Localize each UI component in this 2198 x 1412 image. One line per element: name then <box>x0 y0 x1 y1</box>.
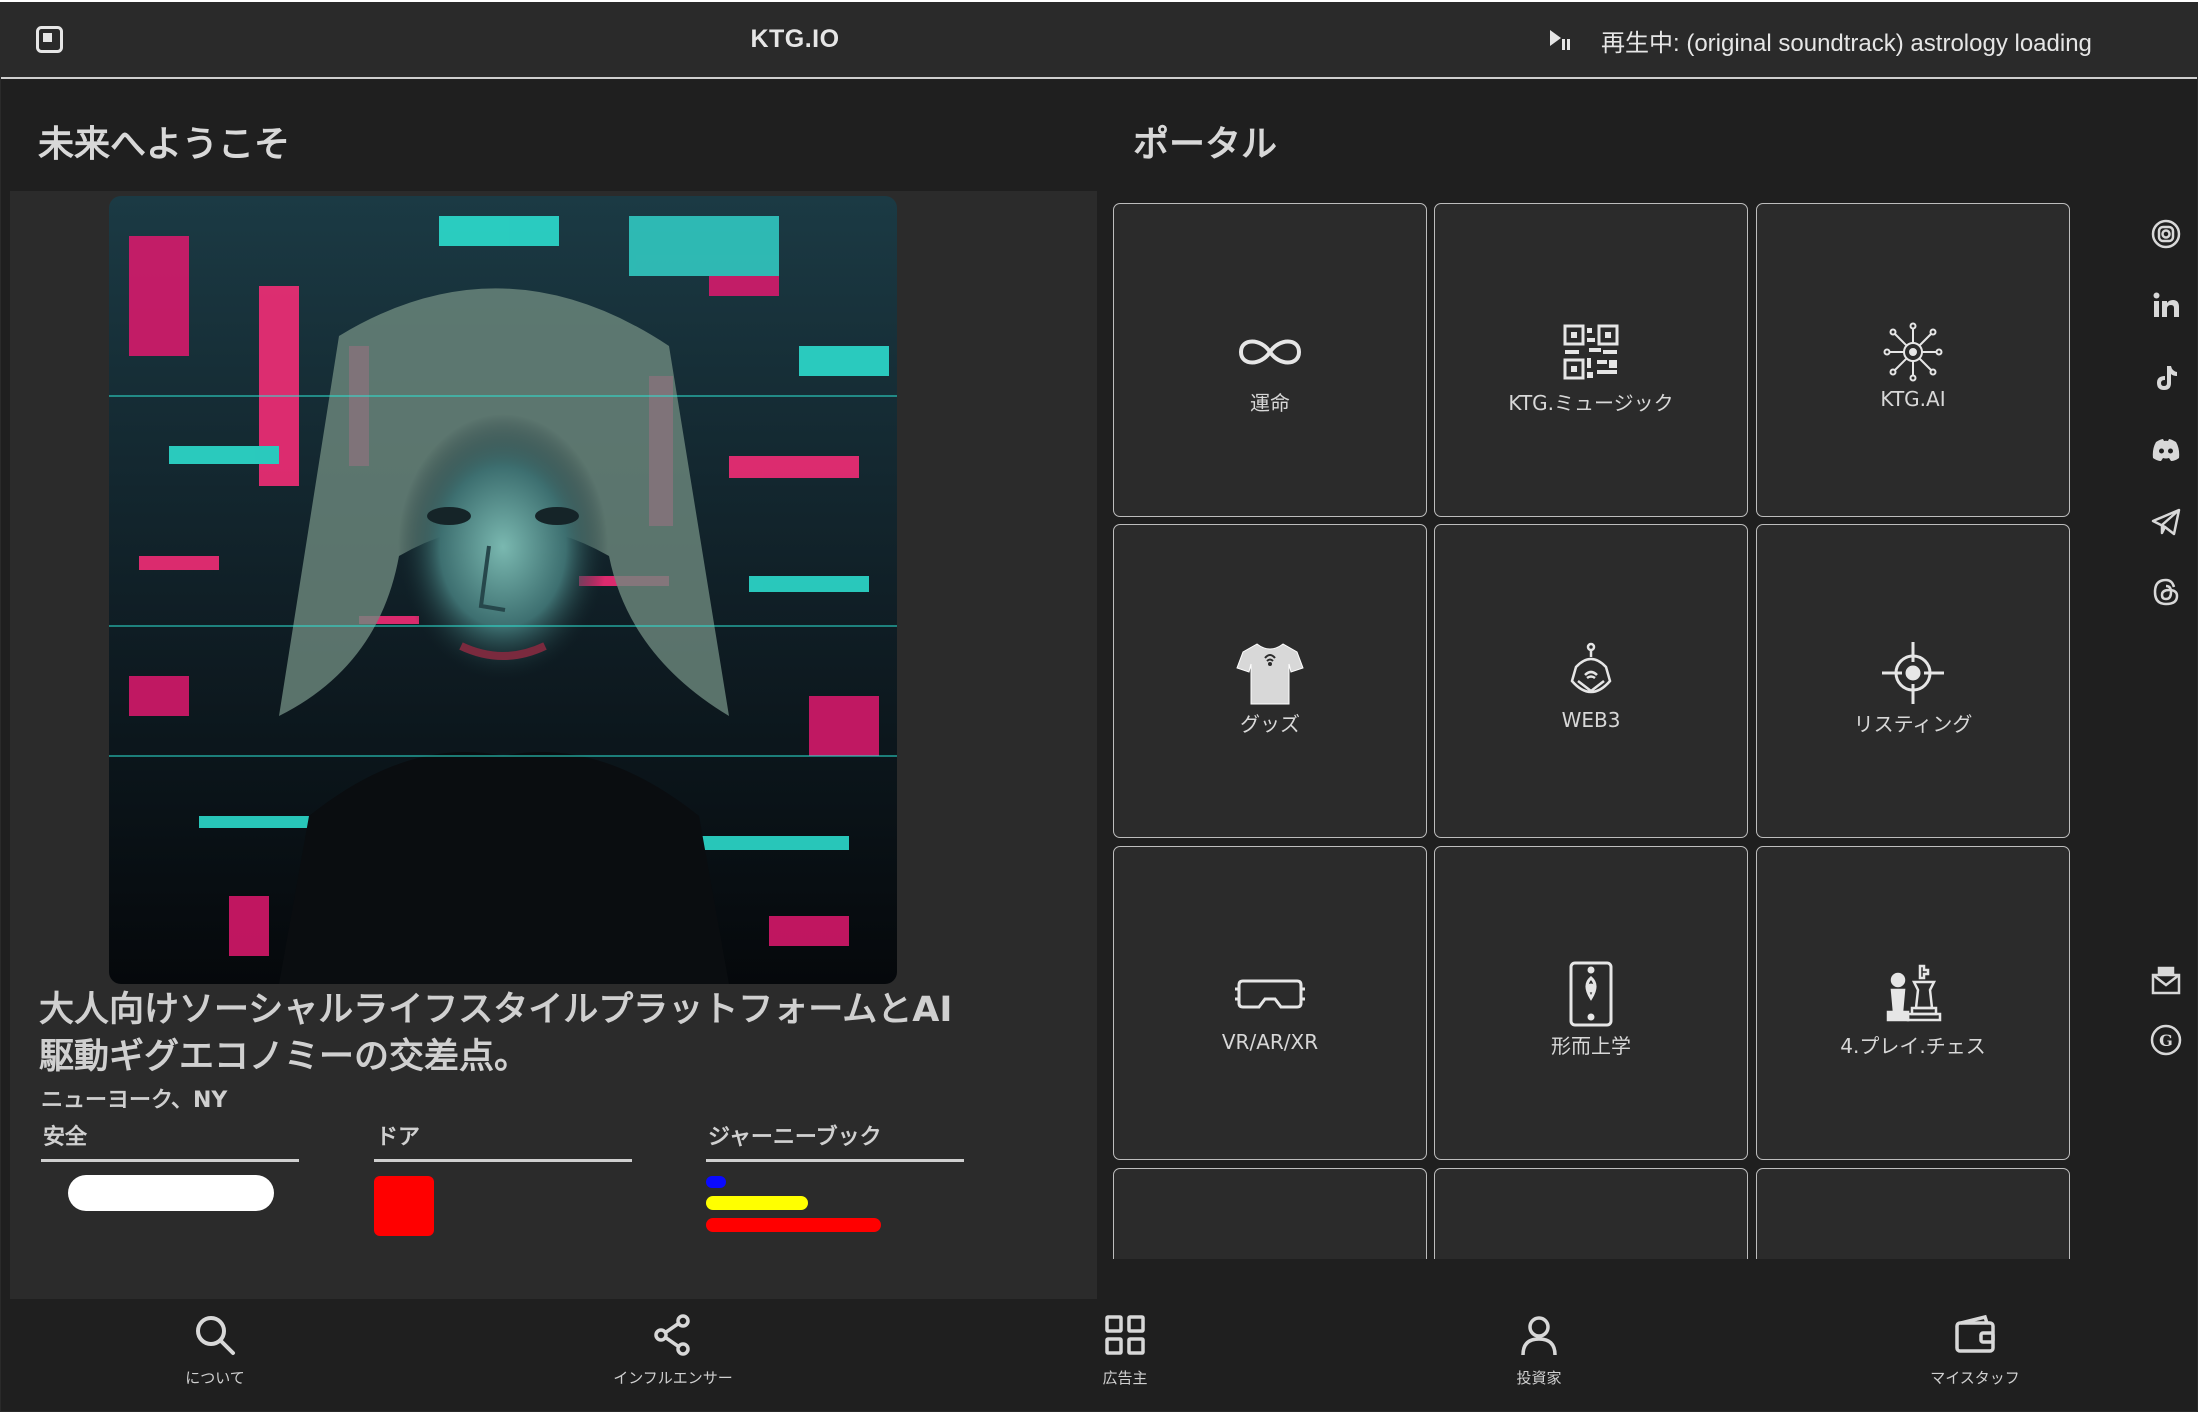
journey-bar-yellow <box>706 1196 808 1210</box>
qr-code-icon <box>1551 312 1631 392</box>
instagram-icon[interactable] <box>2149 217 2183 251</box>
welcome-panel: 大人向けソーシャルライフスタイルプラットフォームとAI 駆動ギグエコノミーの交差… <box>10 191 1097 1299</box>
portal-tile-metaphysics[interactable]: 形而上学 <box>1434 846 1748 1160</box>
journey-stat: ジャーニーブック <box>706 1119 964 1232</box>
portal-tile-web3[interactable]: WEB3 <box>1434 524 1748 838</box>
tarot-card-icon <box>1551 955 1631 1035</box>
welcome-heading: 未来へようこそ <box>38 124 291 165</box>
portal-tile-empty[interactable] <box>1113 1168 1427 1259</box>
door-label: ドア <box>374 1119 632 1162</box>
tile-label: KTG.AI <box>1880 387 1946 411</box>
grid-icon <box>1105 1315 1145 1355</box>
safety-label: 安全 <box>41 1119 299 1162</box>
tile-label: 形而上学 <box>1551 1034 1631 1058</box>
threads-icon[interactable] <box>2149 575 2183 609</box>
portal-tile-goods[interactable]: グッズ <box>1113 524 1427 838</box>
portal-tile-destiny[interactable]: 運命 <box>1113 203 1427 517</box>
door-stat: ドア <box>374 1119 632 1236</box>
share-icon <box>654 1314 690 1356</box>
journey-label: ジャーニーブック <box>706 1119 964 1162</box>
tile-label: 運命 <box>1250 391 1290 415</box>
tile-label: グッズ <box>1240 712 1300 736</box>
portal-grid: 運命 KTG.ミュージック KTG.AI グッズ WEB3 リスティング VR/… <box>1097 191 2137 1259</box>
journey-bar-red <box>706 1218 881 1232</box>
portal-header: ポータル <box>1097 79 2197 189</box>
chess-icon <box>1873 955 1953 1035</box>
safety-stat: 安全 <box>41 1119 299 1211</box>
tagline: 大人向けソーシャルライフスタイルプラットフォームとAI 駆動ギグエコノミーの交差… <box>39 987 1039 1081</box>
infinity-icon <box>1230 312 1310 392</box>
portal-tile-vr[interactable]: VR/AR/XR <box>1113 846 1427 1160</box>
location-text: ニューヨーク、NY <box>41 1088 228 1113</box>
app-frame: KTG.IO 再生中: (original soundtrack) astrol… <box>0 2 2198 1412</box>
portal-heading: ポータル <box>1133 124 1278 165</box>
nav-label: について <box>185 1369 245 1387</box>
now-playing-text: 再生中: (original soundtrack) astrology loa… <box>1601 29 2092 57</box>
web3-badge-icon <box>1551 633 1631 713</box>
svg-text:G: G <box>2159 1031 2173 1050</box>
welcome-header: 未来へようこそ <box>1 79 1097 189</box>
tile-label: WEB3 <box>1561 708 1621 732</box>
menu-square-icon[interactable] <box>36 26 63 53</box>
telegram-icon[interactable] <box>2149 505 2183 539</box>
wallet-icon <box>1955 1314 1995 1353</box>
tile-label: 4.プレイ.チェス <box>1840 1034 1986 1058</box>
tshirt-icon <box>1230 633 1310 713</box>
portal-tile-ai[interactable]: KTG.AI <box>1756 203 2070 517</box>
journey-bar-blue <box>706 1176 726 1188</box>
vr-headset-icon <box>1230 955 1310 1035</box>
neural-network-icon <box>1873 312 1953 392</box>
bottom-nav: について インフルエンサー 広告主 投資家 マイスタッフ <box>1 1299 2197 1411</box>
search-icon <box>196 1316 235 1355</box>
music-player: 再生中: (original soundtrack) astrology loa… <box>1547 23 2092 57</box>
play-pause-icon[interactable] <box>1547 27 1573 53</box>
safety-indicator <box>68 1175 274 1211</box>
nav-influencer[interactable]: インフルエンサー <box>573 1313 773 1388</box>
social-sidebar: G <box>2137 191 2197 1299</box>
g-coin-icon[interactable]: G <box>2149 1023 2183 1057</box>
mail-icon[interactable] <box>2149 963 2183 997</box>
nav-label: 投資家 <box>1516 1369 1562 1387</box>
user-icon <box>1521 1316 1557 1356</box>
nav-about[interactable]: について <box>115 1313 315 1388</box>
portal-tile-empty[interactable] <box>1434 1168 1748 1259</box>
linkedin-icon[interactable] <box>2149 289 2183 323</box>
tagline-line-1: 大人向けソーシャルライフスタイルプラットフォームとAI <box>39 990 953 1030</box>
tile-label: リスティング <box>1853 712 1973 736</box>
site-title[interactable]: KTG.IO <box>701 25 889 54</box>
tagline-line-2: 駆動ギグエコノミーの交差点。 <box>39 1037 530 1077</box>
nav-advertiser[interactable]: 広告主 <box>1025 1313 1225 1388</box>
nav-label: インフルエンサー <box>613 1369 733 1387</box>
portal-tile-chess[interactable]: 4.プレイ.チェス <box>1756 846 2070 1160</box>
portal-tile-music[interactable]: KTG.ミュージック <box>1434 203 1748 517</box>
door-indicator[interactable] <box>374 1176 434 1236</box>
hero-image <box>109 196 897 984</box>
crosshair-icon <box>1873 633 1953 713</box>
nav-label: 広告主 <box>1102 1369 1148 1387</box>
nav-label: マイスタッフ <box>1930 1369 2020 1387</box>
tile-label: KTG.ミュージック <box>1508 391 1674 415</box>
tile-label: VR/AR/XR <box>1221 1030 1319 1054</box>
discord-icon[interactable] <box>2149 433 2183 467</box>
portal-tile-empty[interactable] <box>1756 1168 2070 1259</box>
nav-my-staff[interactable]: マイスタッフ <box>1875 1313 2075 1388</box>
nav-investor[interactable]: 投資家 <box>1439 1313 1639 1388</box>
top-bar: KTG.IO 再生中: (original soundtrack) astrol… <box>1 3 2197 79</box>
tiktok-icon[interactable] <box>2149 361 2183 395</box>
portal-tile-listing[interactable]: リスティング <box>1756 524 2070 838</box>
